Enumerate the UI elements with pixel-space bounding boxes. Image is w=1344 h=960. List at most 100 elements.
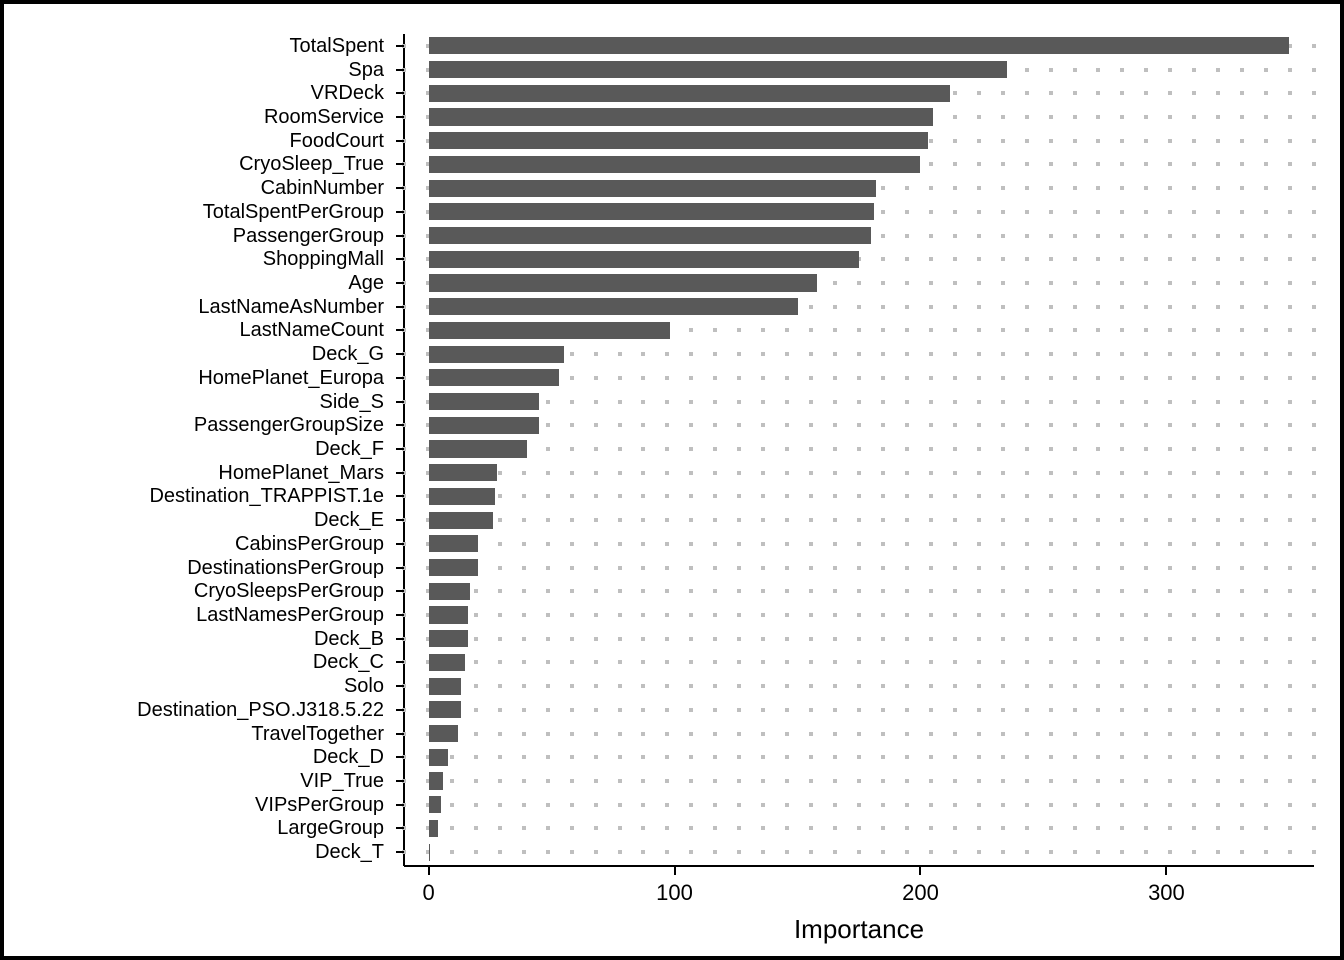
grid-dot xyxy=(665,755,669,759)
grid-dot xyxy=(1168,210,1172,214)
grid-dot xyxy=(1288,352,1292,356)
grid-dot xyxy=(1288,400,1292,404)
grid-dot xyxy=(1120,234,1124,238)
grid-dot xyxy=(1144,566,1148,570)
grid-dot xyxy=(1025,305,1029,309)
bar xyxy=(429,417,540,434)
grid-dot xyxy=(785,684,789,688)
grid-dot xyxy=(1144,684,1148,688)
grid-dot xyxy=(881,518,885,522)
grid-dot xyxy=(1001,732,1005,736)
grid-dot xyxy=(953,281,957,285)
grid-dot xyxy=(977,376,981,380)
grid-dot xyxy=(1025,281,1029,285)
grid-dot xyxy=(522,518,526,522)
grid-dot xyxy=(785,328,789,332)
grid-dot xyxy=(1049,186,1053,190)
grid-dot xyxy=(1073,755,1077,759)
grid-dot xyxy=(1144,423,1148,427)
grid-dot xyxy=(1025,139,1029,143)
grid-dot xyxy=(977,566,981,570)
grid-dot xyxy=(1288,755,1292,759)
grid-dot xyxy=(1264,566,1268,570)
grid-dot xyxy=(929,589,933,593)
grid-dot xyxy=(498,755,502,759)
grid-dot xyxy=(713,779,717,783)
grid-dot xyxy=(498,542,502,546)
grid-dot xyxy=(905,684,909,688)
grid-dot xyxy=(1288,779,1292,783)
grid-dot xyxy=(1216,613,1220,617)
bar xyxy=(429,37,1290,54)
grid-dot xyxy=(833,660,837,664)
grid-dot xyxy=(1312,281,1316,285)
grid-dot xyxy=(1144,115,1148,119)
grid-dot xyxy=(1312,162,1316,166)
grid-dot xyxy=(665,708,669,712)
grid-dot xyxy=(1216,234,1220,238)
grid-dot xyxy=(1312,115,1316,119)
grid-dot xyxy=(1264,613,1268,617)
grid-dot xyxy=(1001,352,1005,356)
grid-dot xyxy=(1192,613,1196,617)
grid-dot xyxy=(689,447,693,451)
bar xyxy=(429,535,478,552)
grid-dot xyxy=(1025,376,1029,380)
grid-dot xyxy=(1312,637,1316,641)
grid-dot xyxy=(785,542,789,546)
y-tick xyxy=(396,756,404,758)
grid-dot xyxy=(1096,708,1100,712)
grid-dot xyxy=(1073,589,1077,593)
grid-dot xyxy=(1096,352,1100,356)
grid-dot xyxy=(881,186,885,190)
grid-dot xyxy=(1120,186,1124,190)
grid-dot xyxy=(929,447,933,451)
grid-dot xyxy=(1168,115,1172,119)
bar xyxy=(429,630,468,647)
grid-dot xyxy=(641,708,645,712)
grid-dot xyxy=(953,328,957,332)
grid-dot xyxy=(1120,115,1124,119)
grid-dot xyxy=(1288,257,1292,261)
grid-dot xyxy=(474,613,478,617)
grid-dot xyxy=(785,803,789,807)
grid-dot xyxy=(929,803,933,807)
bar xyxy=(429,440,527,457)
grid-dot xyxy=(929,518,933,522)
grid-dot xyxy=(1049,234,1053,238)
bar xyxy=(429,654,466,671)
grid-dot xyxy=(546,423,550,427)
grid-dot xyxy=(1001,708,1005,712)
grid-dot xyxy=(1312,139,1316,143)
grid-dot xyxy=(713,708,717,712)
grid-dot xyxy=(1049,162,1053,166)
grid-dot xyxy=(1168,566,1172,570)
grid-dot xyxy=(546,589,550,593)
grid-dot xyxy=(761,328,765,332)
grid-dot xyxy=(1144,376,1148,380)
bar xyxy=(429,488,495,505)
grid-dot xyxy=(1312,376,1316,380)
grid-dot xyxy=(737,589,741,593)
grid-dot xyxy=(833,542,837,546)
grid-dot xyxy=(905,613,909,617)
grid-dot xyxy=(1001,162,1005,166)
grid-dot xyxy=(1192,637,1196,641)
grid-dot xyxy=(1288,850,1292,854)
grid-dot xyxy=(977,186,981,190)
grid-dot xyxy=(977,518,981,522)
grid-dot xyxy=(809,566,813,570)
grid-dot xyxy=(1001,305,1005,309)
grid-dot xyxy=(905,471,909,475)
grid-dot xyxy=(570,542,574,546)
bar xyxy=(429,512,493,529)
grid-dot xyxy=(857,613,861,617)
grid-dot xyxy=(689,328,693,332)
grid-dot xyxy=(881,684,885,688)
grid-dot xyxy=(857,566,861,570)
grid-dot xyxy=(1192,115,1196,119)
grid-dot xyxy=(737,613,741,617)
grid-dot xyxy=(1264,660,1268,664)
grid-dot xyxy=(1312,68,1316,72)
grid-dot xyxy=(594,400,598,404)
